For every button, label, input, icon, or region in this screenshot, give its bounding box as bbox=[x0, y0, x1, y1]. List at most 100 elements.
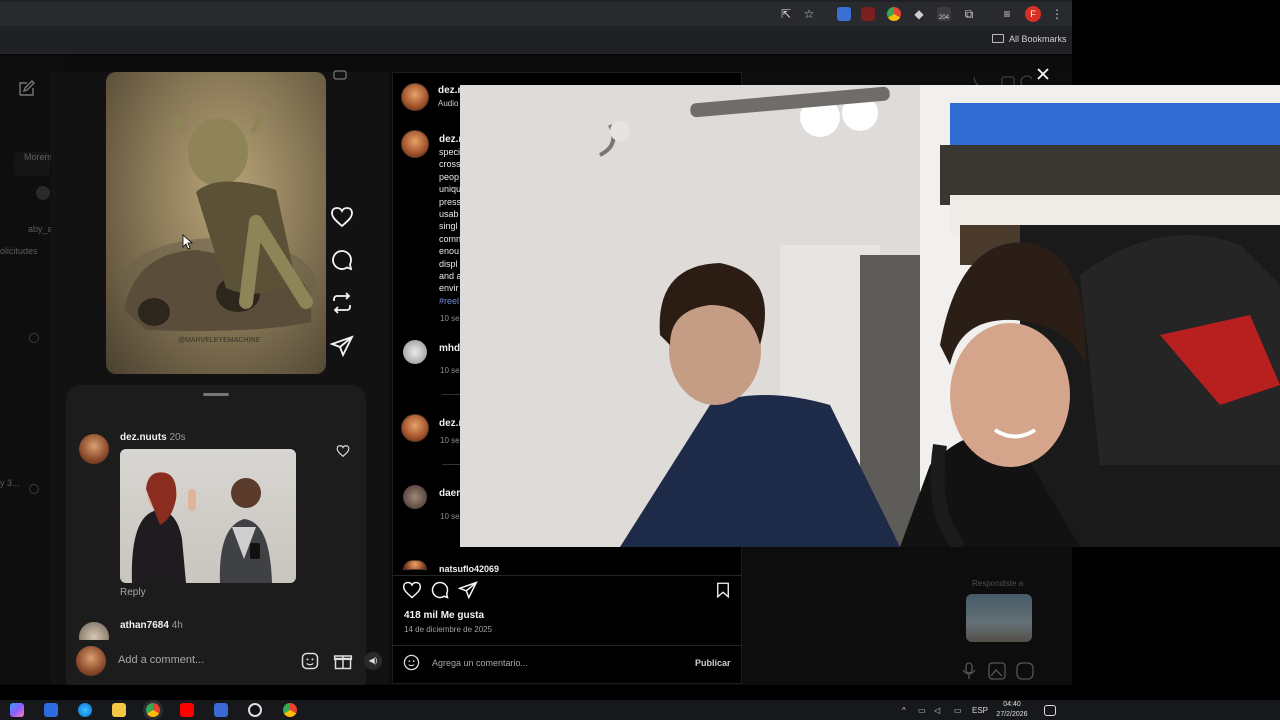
post-share-icon[interactable] bbox=[458, 580, 478, 600]
dm-shared-image[interactable] bbox=[966, 594, 1032, 642]
save-bookmark-icon[interactable] bbox=[714, 580, 732, 600]
comment-bubble-icon[interactable] bbox=[330, 248, 354, 272]
calendar-app-icon[interactable] bbox=[44, 703, 58, 717]
comment-username-text: dez.nuuts bbox=[120, 432, 167, 443]
like-heart-icon[interactable] bbox=[330, 205, 354, 229]
like-count[interactable]: 418 mil Me gusta bbox=[404, 610, 484, 621]
reading-list-icon[interactable]: ≡ bbox=[1000, 7, 1014, 21]
commenter-avatar-mhd[interactable] bbox=[403, 340, 427, 364]
tray-chevron-icon[interactable]: ^ bbox=[902, 706, 906, 715]
caption-line: and a bbox=[439, 271, 461, 282]
sidebar-arrow-icon[interactable] bbox=[36, 186, 50, 200]
post-comment-input[interactable]: Agrega un comentario... bbox=[432, 658, 528, 668]
commenter-avatar-daer[interactable] bbox=[403, 485, 427, 509]
chrome-profile-icon[interactable] bbox=[283, 703, 297, 717]
commenter-avatar-dez[interactable] bbox=[401, 414, 429, 442]
install-app-icon[interactable]: ⇱ bbox=[779, 7, 793, 21]
comment-author-natsu[interactable]: natsuflo42069 bbox=[439, 564, 499, 574]
tray-volume-icon[interactable]: ◁ bbox=[934, 706, 940, 715]
comment-box-divider bbox=[392, 645, 742, 646]
actions-divider bbox=[392, 575, 742, 576]
comment-author-daer[interactable]: daer bbox=[439, 488, 460, 499]
volume-icon[interactable]: ◀) bbox=[364, 652, 382, 670]
copilot-icon[interactable] bbox=[10, 703, 24, 717]
diamond-extension-icon[interactable]: ◆ bbox=[912, 7, 926, 21]
file-explorer-icon[interactable] bbox=[112, 703, 126, 717]
color-extension-icon[interactable] bbox=[887, 7, 901, 21]
share-send-icon[interactable] bbox=[330, 334, 354, 358]
extension-badge-icon[interactable]: 204 bbox=[937, 7, 951, 21]
comment-username[interactable]: dez.nuuts 20s bbox=[120, 432, 186, 443]
screen: ⇱ ☆ ◆ 204 ⧉ ≡ F ⋮ All Bookmarks Morem ab… bbox=[0, 0, 1280, 720]
webcam-scene bbox=[460, 85, 1280, 547]
reel-video[interactable]: @MARVELEYEMACHINE bbox=[106, 72, 326, 374]
gallery-icon[interactable] bbox=[988, 662, 1006, 680]
caption-hashtag-link[interactable]: #reel bbox=[439, 295, 461, 307]
camera-icon[interactable] bbox=[333, 68, 347, 80]
comment-image-art bbox=[131, 472, 272, 583]
clock-time: 04:40 bbox=[1003, 701, 1021, 708]
sidebar-label-4: y 3... bbox=[0, 478, 20, 488]
post-caption: speci cross peop uniqu press usab singl … bbox=[439, 146, 461, 307]
tray-network-icon[interactable]: ▭ bbox=[918, 706, 926, 715]
compose-icon[interactable] bbox=[18, 80, 35, 97]
kebab-menu-icon[interactable]: ⋮ bbox=[1050, 7, 1064, 21]
notification-icon[interactable] bbox=[1044, 705, 1056, 716]
drag-handle[interactable] bbox=[203, 393, 229, 396]
bookmarks-bar: All Bookmarks bbox=[0, 28, 1072, 54]
folder-icon bbox=[992, 34, 1004, 43]
caption-line: enou bbox=[439, 246, 460, 257]
tray-battery-icon[interactable]: ▭ bbox=[954, 706, 962, 715]
commenter-avatar-natsu[interactable] bbox=[403, 560, 427, 570]
publish-button[interactable]: Publicar bbox=[695, 658, 731, 668]
view-replies-line[interactable] bbox=[442, 394, 460, 395]
all-bookmarks-button[interactable]: All Bookmarks bbox=[992, 34, 1067, 44]
comment-time: 20s bbox=[169, 432, 186, 443]
comment-author-mhd[interactable]: mhd bbox=[439, 343, 460, 354]
repost-icon[interactable] bbox=[330, 291, 354, 315]
all-bookmarks-label: All Bookmarks bbox=[1009, 34, 1067, 44]
sticker-icon[interactable] bbox=[300, 651, 320, 671]
obs-icon[interactable] bbox=[248, 703, 262, 717]
post-like-heart-icon[interactable] bbox=[402, 580, 422, 600]
taskbar-clock[interactable]: 04:40 27/2/2026 bbox=[992, 700, 1032, 720]
extensions-puzzle-icon[interactable]: ⧉ bbox=[962, 7, 976, 21]
webcam-overlay-video bbox=[460, 85, 1280, 547]
microphone-icon[interactable] bbox=[962, 662, 976, 680]
muted-bell-icon bbox=[29, 333, 39, 343]
extension-icon[interactable] bbox=[861, 7, 875, 21]
profile-avatar[interactable]: F bbox=[1025, 6, 1041, 22]
close-icon[interactable] bbox=[1036, 67, 1050, 81]
reel-add-comment-bar bbox=[66, 640, 366, 684]
caption-line: uniqu bbox=[439, 184, 461, 195]
add-comment-input[interactable]: Add a comment... bbox=[118, 654, 204, 666]
bookmark-star-icon[interactable]: ☆ bbox=[802, 7, 816, 21]
comment-like-heart-icon[interactable] bbox=[336, 444, 350, 458]
emoji-icon[interactable] bbox=[403, 654, 420, 671]
chrome-icon[interactable] bbox=[146, 703, 160, 717]
sidebar-label-2: aby_a bbox=[28, 224, 53, 234]
comment-image-sticker[interactable] bbox=[120, 449, 296, 583]
caption-author-avatar[interactable] bbox=[401, 130, 429, 158]
photos-app-icon[interactable] bbox=[214, 703, 228, 717]
reel-watermark: @MARVELEYEMACHINE bbox=[178, 337, 260, 344]
post-audio-label[interactable]: Audio bbox=[438, 99, 458, 108]
post-author-avatar[interactable] bbox=[401, 83, 429, 111]
view-replies-line-2[interactable] bbox=[442, 464, 460, 465]
caption-line: comn bbox=[439, 233, 461, 244]
commenter-avatar[interactable] bbox=[79, 434, 109, 464]
sidebar-requests-label: olicitudes bbox=[0, 246, 38, 256]
reply-button[interactable]: Reply bbox=[120, 587, 146, 598]
dm-sticker-icon[interactable] bbox=[1016, 662, 1034, 680]
edge-browser-icon[interactable] bbox=[78, 703, 92, 717]
reel-artwork: @MARVELEYEMACHINE bbox=[120, 115, 316, 344]
youtube-icon[interactable] bbox=[180, 703, 194, 717]
language-indicator[interactable]: ESP bbox=[972, 706, 988, 715]
dm-replied-hint: Respondiste a bbox=[972, 579, 1024, 588]
gift-icon[interactable] bbox=[333, 651, 353, 671]
caption-line: peop bbox=[439, 171, 460, 182]
caption-line: press bbox=[439, 196, 461, 207]
comment-username-2[interactable]: athan7684 4h bbox=[120, 620, 183, 631]
translate-extension-icon[interactable] bbox=[837, 7, 851, 21]
post-comment-icon[interactable] bbox=[430, 580, 450, 600]
